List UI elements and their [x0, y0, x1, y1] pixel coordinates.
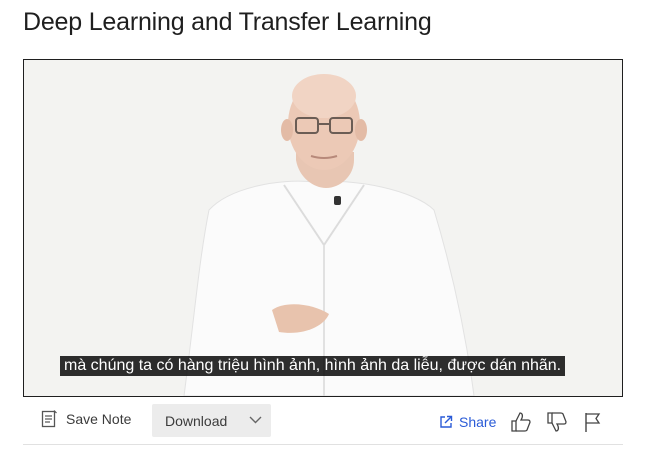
flag-icon[interactable] [582, 410, 604, 434]
share-icon [440, 415, 453, 428]
page-title: Deep Learning and Transfer Learning [23, 8, 432, 36]
video-caption: mà chúng ta có hàng triệu hình ảnh, hình… [60, 356, 566, 376]
thumbs-up-icon[interactable] [510, 410, 532, 434]
chevron-down-icon [249, 416, 262, 424]
thumbs-down-icon[interactable] [546, 410, 568, 434]
lecture-toolbar: Save Note Download Share [23, 402, 623, 438]
divider [23, 444, 623, 445]
save-note-label: Save Note [66, 411, 132, 427]
note-icon [41, 410, 57, 428]
video-player[interactable]: mà chúng ta có hàng triệu hình ảnh, hình… [23, 59, 623, 397]
share-button[interactable]: Share [439, 414, 496, 430]
download-label: Download [165, 412, 228, 429]
download-dropdown[interactable]: Download [152, 404, 271, 437]
video-frame-image [24, 60, 622, 396]
save-note-button[interactable]: Save Note [41, 408, 131, 430]
share-label: Share [459, 414, 497, 430]
